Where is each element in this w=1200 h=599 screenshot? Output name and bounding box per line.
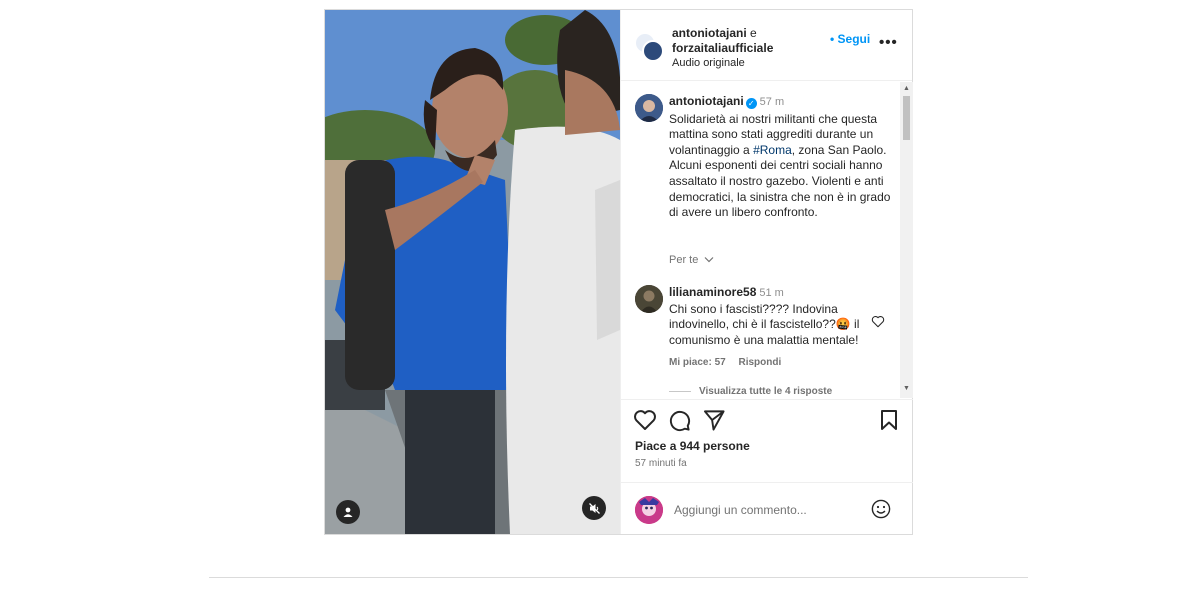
likes-count[interactable]: Piace a 944 persone [635,439,750,453]
hashtag-link[interactable]: #Roma [753,143,792,157]
share-icon[interactable] [703,409,726,431]
scroll-thumb[interactable] [903,96,910,140]
heart-icon[interactable] [633,409,657,431]
caption-body: antoniotajani ✓ 57 m Solidarietà ai nostri… [669,94,895,221]
bookmark-icon[interactable] [880,409,898,431]
for-you-label: Per te [669,254,699,266]
reply-button[interactable]: Rispondi [738,357,781,368]
page-divider [209,577,1028,578]
comment-input[interactable]: Aggiungi un commento... [674,503,807,517]
scroll-up-icon[interactable]: ▲ [903,85,910,92]
comment-username[interactable]: lilianaminore58 [669,285,756,299]
comment-icon[interactable] [668,409,691,432]
avatar [635,496,663,524]
author-username[interactable]: forzaitaliaufficiale [672,41,773,55]
caption-time[interactable]: 57 m [760,96,784,108]
avatar-image [635,94,663,122]
avatar[interactable] [635,285,663,313]
authors-joiner: e [746,26,757,40]
avatar-image [635,285,663,313]
follow-button[interactable]: • Segui [830,32,870,46]
post-header: antoniotajani e forzaitaliaufficiale Aud… [621,10,912,81]
video-player[interactable] [325,10,620,534]
post-container: antoniotajani e forzaitaliaufficiale Aud… [324,9,913,535]
comment-meta: Mi piace: 57 Rispondi [669,357,791,368]
comment-text: Chi sono i fascisti???? Indovina indovin… [669,301,860,347]
verified-badge-icon: ✓ [745,98,757,109]
comments-scrollbar[interactable]: ▲ ▼ [900,82,913,398]
heart-icon[interactable] [871,315,885,328]
avatar[interactable] [635,94,663,122]
caption-username[interactable]: antoniotajani [669,94,744,108]
view-replies-label: Visualizza tutte le 4 risposte [699,386,833,397]
post-timestamp[interactable]: 57 minuti fa [635,458,687,469]
muted-speaker-icon [588,502,600,514]
scroll-down-icon[interactable]: ▼ [903,385,910,392]
post-sidebar: antoniotajani e forzaitaliaufficiale Aud… [620,10,913,534]
caption-text: Solidarietà ai nostri militanti che ques… [669,112,895,221]
post-authors: antoniotajani e forzaitaliaufficiale Aud… [672,26,773,71]
comment-likes[interactable]: Mi piace: 57 [669,357,726,368]
collab-avatars[interactable] [634,32,664,62]
video-frame [325,10,620,534]
comments-panel[interactable]: antoniotajani ✓ 57 m Solidarietà ai nostri… [621,82,913,398]
replies-divider [669,391,691,392]
emoji-icon[interactable] [871,499,891,519]
for-you-toggle[interactable]: Per te [669,254,714,266]
add-comment-bar: Aggiungi un commento... [621,482,913,534]
avatar-image [635,496,663,524]
comment-time[interactable]: 51 m [759,287,783,299]
comment-body: lilianaminore58 51 m Chi sono i fascisti?… [669,285,869,348]
mute-button[interactable] [582,496,606,520]
user-tag-icon [343,507,353,517]
view-replies-button[interactable]: Visualizza tutte le 4 risposte [669,386,832,397]
user-tag-button[interactable] [336,500,360,524]
chevron-down-icon [704,257,714,263]
more-options-icon[interactable]: ••• [879,34,898,51]
avatar [642,40,664,62]
audio-label[interactable]: Audio originale [672,56,773,71]
author-username[interactable]: antoniotajani [672,26,747,40]
